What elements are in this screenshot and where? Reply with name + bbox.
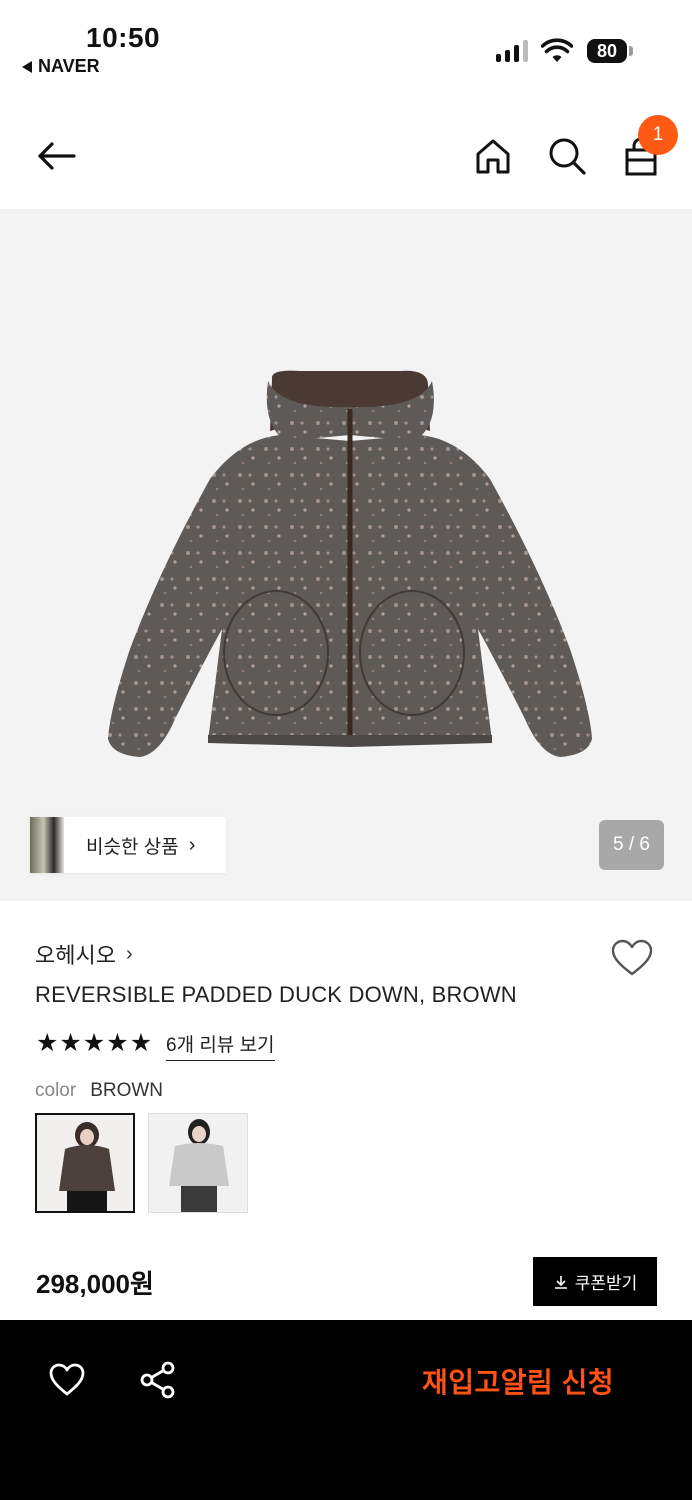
similar-products-label: 비슷한 상품 [86,836,179,858]
rating-stars: ★ ★ ★ ★ ★ [36,1030,152,1056]
product-image-gallery[interactable] [0,209,692,901]
battery-tip [629,46,633,56]
model-gray-jacket-image [149,1114,247,1212]
star-icon: ★ [36,1029,59,1057]
back-button[interactable] [34,134,78,178]
coupon-download-button[interactable]: 쿠폰받기 [533,1257,657,1306]
search-icon [549,138,586,175]
back-app-label: NAVER [38,56,100,76]
back-triangle-icon [22,60,32,73]
star-icon: ★ [82,1029,106,1057]
star-icon: ★ [59,1029,82,1057]
cellular-signal-icon [496,40,528,62]
product-jacket-image [108,370,592,757]
coupon-label: 쿠폰받기 [574,1274,638,1293]
bottom-heart-icon[interactable] [48,1362,86,1398]
color-value: BROWN [90,1080,164,1101]
star-icon: ★ [106,1029,129,1057]
product-title: REVERSIBLE PADDED DUCK DOWN, BROWN [35,982,517,1007]
color-key: color [35,1080,77,1101]
status-time: 10:50 [86,22,161,53]
view-reviews-link[interactable]: 6개 리뷰 보기 [166,1030,275,1061]
share-icon[interactable] [138,1360,178,1400]
cart-count-badge: 1 [638,115,678,155]
similar-products-button[interactable]: 비슷한 상품 › [30,817,226,873]
similar-product-thumbnail [30,817,64,873]
home-button[interactable] [471,134,515,178]
star-icon: ★ [129,1029,153,1057]
home-icon [476,139,510,174]
color-selection-label: color BROWN [35,1080,163,1102]
restock-alert-button[interactable]: 재입고알림 신청 [422,1361,614,1401]
battery-indicator: 80 [587,39,627,63]
download-icon [554,1275,567,1289]
product-price: 298,000원 [36,1269,154,1299]
model-brown-jacket-image [37,1115,133,1211]
color-swatch-brown[interactable] [35,1113,135,1213]
bottom-action-bar [0,1320,692,1500]
brand-link[interactable]: 오헤시오 › [35,938,133,970]
color-swatch-gray[interactable] [148,1113,248,1213]
brand-name: 오헤시오 [35,943,116,968]
chevron-right-icon: › [188,833,196,856]
wishlist-heart-icon[interactable] [610,938,654,978]
wifi-icon [541,38,573,62]
chevron-right-icon: › [125,942,133,965]
search-button[interactable] [545,134,589,178]
arrow-left-icon [38,142,76,170]
image-pager-indicator: 5 / 6 [599,820,664,870]
back-to-app-link[interactable]: NAVER [22,56,100,77]
